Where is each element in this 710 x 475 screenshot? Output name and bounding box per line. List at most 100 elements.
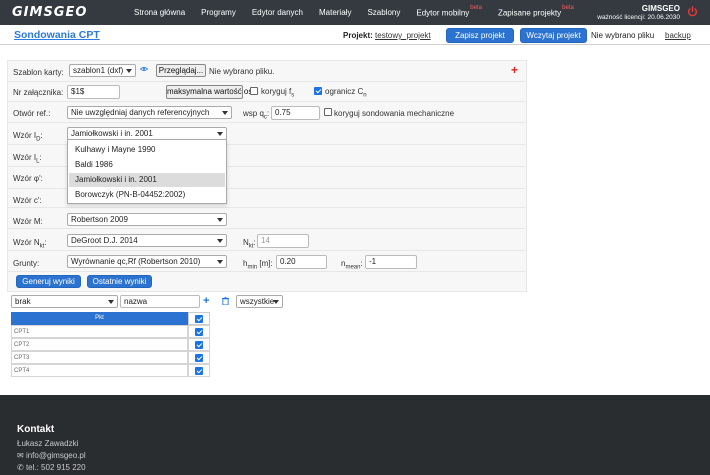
nkt-field-label: Nkt: [243,238,256,250]
il-formula-text: Wzór I [13,153,37,162]
nav-item-label: Zapisane projekty [497,8,562,18]
generate-results-button[interactable]: Generuj wyniki [16,275,81,288]
table-header-pkt[interactable]: Pkt [11,312,188,325]
logo[interactable]: GIMSGEO [12,4,87,20]
id-formula-value: Jamiołkowski i in. 2001 [71,129,153,138]
add-icon[interactable]: + [511,63,518,77]
nav-item-saved-projects[interactable]: Zapisane projektybeta [497,5,574,18]
dropdown-option[interactable]: Kulhawy i Mayne 1990 [69,143,225,157]
wsp-qc-input[interactable]: 0.75 [271,106,320,120]
table-row[interactable]: CPT3 [11,351,188,364]
nav-item-label: Szablony [367,8,401,17]
soils-value: Wyrównanie qc,Rf (Robertson 2010) [71,257,201,266]
nkt-input[interactable]: 14 [257,234,309,248]
chevron-down-icon [222,111,228,115]
select-all-cell [188,312,210,325]
footer-email-text: info@gimsgeo.pl [25,451,86,460]
phone-icon: ✆ [17,463,24,472]
power-icon[interactable] [687,6,698,17]
nmean-suffix: : [360,259,363,268]
dropdown-option[interactable]: Borowczyk (PN-B-04452:2002) [69,188,225,202]
row-divider [7,81,525,82]
name-filter-input[interactable]: nazwa [120,295,200,308]
limit-cn-text: ogranicz C [325,87,364,96]
id-formula-label: Wzór ID: [13,131,43,143]
footer-phone: ✆ tel.: 502 915 220 [17,463,86,472]
backup-link[interactable]: backup [665,31,691,40]
load-project-button[interactable]: Wczytaj projekt [520,28,587,43]
project-name-link[interactable]: testowy_projekt [375,31,431,40]
row-checkbox[interactable] [195,354,203,362]
dropdown-option-selected[interactable]: Jamiołkowski i in. 2001 [69,173,225,187]
footer-email[interactable]: ✉ info@gimsgeo.pl [17,451,86,460]
hmin-input[interactable]: 0.20 [276,255,327,269]
correct-mechanical-checkbox[interactable] [324,108,332,116]
table-row[interactable]: CPT2 [11,338,188,351]
phi-formula-label: Wzór φ': [13,174,43,183]
project-label: Projekt: [343,31,373,40]
il-formula-label: Wzór IL: [13,153,42,165]
eye-icon[interactable] [140,66,148,72]
nav-item-programs[interactable]: Programy [201,8,236,17]
save-project-button[interactable]: Zapisz projekt [446,28,514,43]
correct-fs-sub: s [291,92,295,99]
scope-select[interactable]: wszystkie [236,295,283,308]
trash-icon[interactable] [222,297,229,305]
chevron-down-icon [217,132,223,136]
dropdown-option[interactable]: Baldi 1986 [69,158,225,172]
borehole-value: Nie uwzględniaj danych referencyjnych [71,108,210,117]
id-formula-sub: D [36,136,41,143]
chevron-down-icon [217,260,223,264]
nkt-field-sub: kt [248,243,254,250]
borehole-label: Otwór ref.: [13,109,51,118]
nkt-formula-select[interactable]: DeGroot D.J. 2014 [67,234,227,247]
nav-item-home[interactable]: Strona główna [134,8,185,17]
wsp-text: wsp q [243,109,264,118]
limit-cn-label: ogranicz Cn [325,87,367,99]
table-row[interactable]: CPT1 [11,325,188,338]
add-row-icon[interactable]: + [203,295,209,307]
nav-item-materials[interactable]: Materiały [319,8,351,17]
nav-item-label: Edytor danych [251,8,303,17]
max-axis-button[interactable]: maksymalna wartość osi [166,85,254,99]
logo-text: GIMSGEO [12,4,88,20]
nav-item-mobile-editor[interactable]: Edytor mobilnybeta [416,5,482,18]
correct-fs-checkbox[interactable] [250,87,258,95]
table-row[interactable]: CPT4 [11,364,188,377]
load-file-status: Nie wybrano pliku [591,31,655,40]
chevron-down-icon [273,300,279,304]
chevron-down-icon [217,239,223,243]
attachment-input[interactable]: $1$ [67,85,120,99]
footer-title: Kontakt [17,424,55,435]
filter-select[interactable]: brak [11,295,118,308]
select-all-checkbox[interactable] [195,315,203,323]
nav-item-data-editor[interactable]: Edytor danych [252,8,303,17]
correct-mechanical-label: koryguj sondowania mechaniczne [334,109,455,118]
last-results-button[interactable]: Ostatnie wyniki [87,275,152,288]
correct-fs-label: koryguj fs [261,87,294,99]
template-select[interactable]: szablon1 (dxf) [69,64,136,77]
hmin-unit: [m]: [257,259,273,268]
nav-item-templates[interactable]: Szablony [367,8,400,17]
page-title[interactable]: Sondowania CPT [14,29,100,41]
hmin-sub: min [247,264,258,271]
chevron-down-icon [217,218,223,222]
footer-contact-name: Łukasz Zawadzki [17,439,79,448]
row-divider [7,122,525,123]
attachment-label: Nr załącznika: [13,88,64,97]
row-checkbox[interactable] [195,328,203,336]
row-checkbox[interactable] [195,367,203,375]
nmean-input[interactable]: -1 [365,255,417,269]
footer: Kontakt Łukasz Zawadzki ✉ info@gimsgeo.p… [0,395,710,475]
template-label: Szablon karty: [13,68,64,77]
project-indicator: Projekt: testowy_projekt [343,31,431,40]
browse-status: Nie wybrano pliku. [209,67,275,76]
limit-cn-checkbox[interactable] [314,87,322,95]
nav-item-label: Programy [201,8,236,17]
row-checkbox[interactable] [195,341,203,349]
borehole-select[interactable]: Nie uwzględniaj danych referencyjnych [67,106,232,119]
browse-button[interactable]: Przeglądaj... [156,64,206,77]
soils-select[interactable]: Wyrównanie qc,Rf (Robertson 2010) [67,255,227,268]
m-formula-select[interactable]: Robertson 2009 [67,213,227,226]
nkt-formula-value: DeGroot D.J. 2014 [71,236,138,245]
